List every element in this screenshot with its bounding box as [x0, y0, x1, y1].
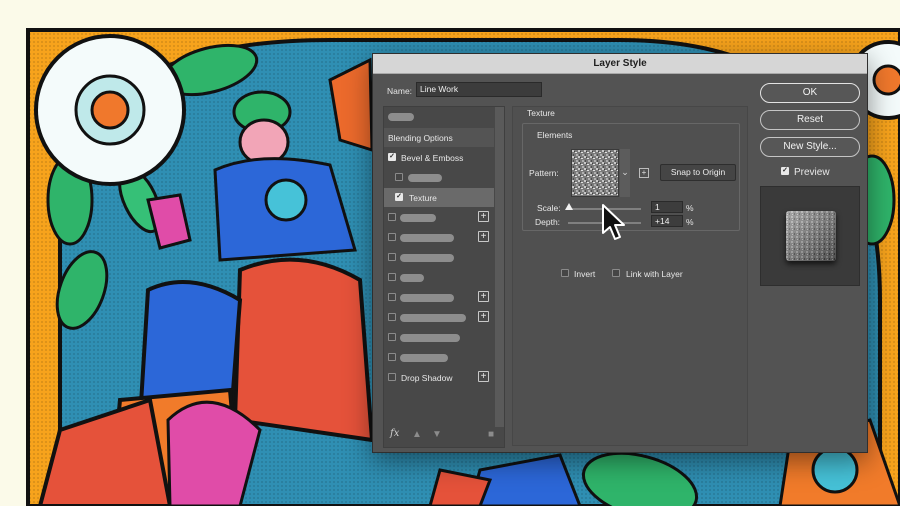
trash-icon[interactable]: ■ [488, 429, 494, 440]
snap-to-origin-button[interactable]: Snap to Origin [660, 164, 736, 181]
style-row[interactable] [384, 248, 494, 267]
style-row[interactable] [384, 348, 494, 367]
add-style-button[interactable]: + [478, 211, 489, 222]
blending-options-row[interactable]: Blending Options [384, 128, 494, 147]
link-with-layer-checkbox[interactable] [612, 269, 620, 277]
add-drop-shadow-button[interactable]: + [478, 371, 489, 382]
texture-label: Texture [409, 193, 437, 203]
mouse-cursor-icon [602, 204, 625, 240]
style-preview [760, 186, 860, 286]
pattern-dropdown-chevron-icon[interactable]: ⌄ [620, 149, 630, 197]
style-checkbox[interactable] [388, 313, 396, 321]
preview-tile [786, 211, 836, 261]
styles-row-placeholder-top[interactable] [384, 107, 494, 126]
placeholder-label [388, 113, 414, 121]
style-row[interactable]: + [384, 288, 494, 307]
move-down-icon[interactable]: ▼ [432, 429, 442, 440]
texture-row[interactable]: ✓ Texture [384, 188, 494, 207]
placeholder-label [400, 274, 424, 282]
depth-unit: % [686, 217, 694, 227]
scale-unit: % [686, 203, 694, 213]
bevel-emboss-label: Bevel & Emboss [401, 153, 464, 163]
layer-style-dialog: Layer Style Name: Line Work Blending Opt… [372, 53, 868, 453]
placeholder-label [400, 254, 454, 262]
placeholder-label [400, 354, 448, 362]
depth-value-field[interactable]: +14 [651, 215, 683, 227]
pattern-label: Pattern: [529, 168, 559, 178]
styles-toolbar: fx ▲ ▼ ■ [384, 425, 504, 447]
invert-checkbox[interactable] [561, 269, 569, 277]
contour-checkbox[interactable] [395, 173, 403, 181]
placeholder-label [400, 334, 460, 342]
style-checkbox[interactable] [388, 333, 396, 341]
elements-group-title: Elements [537, 130, 573, 140]
invert-label: Invert [574, 269, 596, 279]
add-style-button[interactable]: + [478, 231, 489, 242]
style-checkbox[interactable] [388, 253, 396, 261]
style-checkbox[interactable] [388, 213, 396, 221]
name-label: Name: [387, 86, 413, 96]
bevel-emboss-row[interactable]: ✓ Bevel & Emboss [384, 148, 494, 167]
scale-value-field[interactable]: 1 [651, 201, 683, 213]
style-row[interactable] [384, 268, 494, 287]
dialog-title: Layer Style [373, 54, 867, 74]
styles-list: Blending Options ✓ Bevel & Emboss ✓ Text… [383, 106, 505, 448]
link-with-layer-label: Link with Layer [626, 269, 683, 279]
texture-checkbox[interactable]: ✓ [395, 193, 403, 201]
contour-row[interactable] [384, 168, 494, 187]
pattern-swatch[interactable] [571, 149, 619, 197]
drop-shadow-label: Drop Shadow [401, 373, 453, 383]
drop-shadow-row[interactable]: Drop Shadow + [384, 368, 494, 387]
reset-button[interactable]: Reset [760, 110, 860, 130]
style-row[interactable]: + [384, 228, 494, 247]
add-style-button[interactable]: + [478, 311, 489, 322]
texture-section-title: Texture [527, 108, 555, 118]
elements-group: Elements Pattern: ⌄ + Snap to Origin Sca… [522, 123, 740, 231]
scale-label: Scale: [537, 203, 561, 213]
texture-panel: Texture Elements Pattern: ⌄ + Snap to Or… [512, 106, 748, 446]
scale-slider-thumb[interactable] [564, 203, 573, 210]
blending-options-label: Blending Options [388, 133, 453, 143]
preview-label: Preview [794, 167, 830, 178]
styles-list-scrollbar[interactable] [495, 107, 504, 427]
placeholder-label [400, 234, 454, 242]
bevel-emboss-checkbox[interactable]: ✓ [388, 153, 396, 161]
style-checkbox[interactable] [388, 273, 396, 281]
move-up-icon[interactable]: ▲ [412, 429, 422, 440]
placeholder-label [408, 174, 442, 182]
placeholder-label [400, 314, 466, 322]
preview-texture-icon [786, 211, 836, 261]
style-checkbox[interactable] [388, 233, 396, 241]
ok-button[interactable]: OK [760, 83, 860, 103]
new-style-button[interactable]: New Style... [760, 137, 860, 157]
style-checkbox[interactable] [388, 353, 396, 361]
add-style-button[interactable]: + [478, 291, 489, 302]
style-row[interactable] [384, 328, 494, 347]
style-checkbox[interactable] [388, 293, 396, 301]
style-row[interactable]: + [384, 308, 494, 327]
style-row[interactable]: + [384, 208, 494, 227]
new-preset-plus-icon[interactable]: + [639, 168, 649, 178]
placeholder-label [400, 294, 454, 302]
pattern-noise-icon [572, 150, 618, 196]
preview-checkbox[interactable]: ✓ [781, 167, 789, 175]
depth-label: Depth: [535, 217, 561, 227]
name-input[interactable]: Line Work [416, 82, 542, 97]
fx-icon[interactable]: fx [390, 428, 399, 439]
drop-shadow-checkbox[interactable] [388, 373, 396, 381]
placeholder-label [400, 214, 436, 222]
